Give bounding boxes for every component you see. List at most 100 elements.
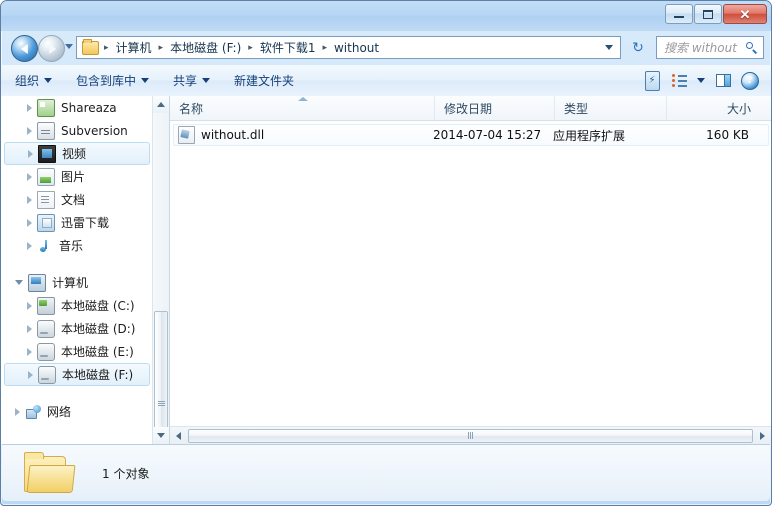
column-header-size[interactable]: 大小 (667, 96, 761, 120)
search-input[interactable]: 搜索 without (664, 39, 737, 56)
breadcrumb-separator: ▸ (158, 42, 164, 53)
horizontal-scrollbar[interactable] (170, 426, 771, 444)
network-icon (25, 404, 41, 420)
help-button[interactable]: ? (738, 70, 762, 92)
chevron-right-icon[interactable] (28, 149, 33, 158)
navigation-tree: Shareaza Subversion 视频 图片 文档迅雷下载音乐计算机本地磁盘 (C… (1, 96, 153, 423)
sidebar-item-1[interactable]: Subversion (1, 119, 153, 142)
view-mode-button[interactable] (667, 70, 691, 92)
back-button[interactable] (11, 35, 38, 62)
sidebar-item-label: Shareaza (61, 100, 117, 115)
sidebar-item-0[interactable]: Shareaza (1, 96, 153, 119)
music-icon (37, 238, 53, 254)
close-button[interactable]: ✕ (723, 4, 767, 24)
preview-pane-button[interactable] (711, 70, 735, 92)
sidebar-item-6[interactable]: 音乐 (1, 234, 153, 257)
sidebar-item-label: 本地磁盘 (D:) (61, 322, 136, 336)
breadcrumb-item-2[interactable]: 软件下载1 (258, 39, 318, 56)
chevron-right-icon[interactable] (27, 172, 32, 181)
chevron-down-icon (141, 78, 150, 83)
toolbar-item-share[interactable]: 共享 (163, 68, 220, 93)
chevron-right-icon[interactable] (27, 324, 32, 333)
horizontal-scrollbar-thumb[interactable] (188, 428, 753, 443)
chevron-up-icon (157, 102, 165, 107)
command-toolbar: 组织 包含到库中 共享 新建文件夹 ⚡ ? (1, 65, 771, 97)
chevron-right-icon[interactable] (28, 370, 33, 379)
search-box[interactable]: 搜索 without (656, 36, 764, 59)
chevron-right-icon[interactable] (27, 126, 32, 135)
refresh-button[interactable]: ↻ (625, 36, 651, 59)
breadcrumb-item-1[interactable]: 本地磁盘 (F:) (168, 39, 243, 56)
status-bar: 1 个对象 (2, 444, 770, 501)
minimize-button[interactable] (665, 4, 693, 24)
column-label: 名称 (179, 101, 204, 116)
history-dropdown-icon[interactable] (65, 44, 73, 49)
sidebar-item-4[interactable]: 文档 (1, 188, 153, 211)
chevron-right-icon (760, 431, 765, 440)
breadcrumb-item-3[interactable]: without (332, 41, 381, 55)
documents-icon (37, 190, 55, 209)
sidebar-item-10[interactable]: 本地磁盘 (E:) (1, 340, 153, 363)
chevron-right-icon[interactable] (27, 241, 32, 250)
chevron-right-icon[interactable] (15, 407, 20, 416)
dll-file-icon (178, 126, 195, 144)
forward-arrow-icon (48, 43, 56, 54)
file-rows: without.dll 2014-07-04 15:27 应用程序扩展 160 KB (170, 124, 771, 146)
drive-icon (38, 365, 56, 384)
sidebar-scrollbar[interactable] (152, 96, 169, 444)
sidebar-item-5[interactable]: 迅雷下载 (1, 211, 153, 234)
sidebar-item-11[interactable]: 本地磁盘 (F:) (4, 363, 150, 386)
drive-c-icon (37, 296, 55, 315)
open-folder-icon (24, 452, 76, 494)
scroll-right-button[interactable] (754, 428, 771, 444)
close-icon: ✕ (739, 6, 751, 22)
chevron-down-icon[interactable] (15, 280, 23, 285)
sidebar-item-label: 本地磁盘 (F:) (62, 368, 134, 382)
toolbar-label: 新建文件夹 (234, 74, 295, 88)
view-mode-dropdown[interactable] (694, 70, 708, 92)
chevron-right-icon[interactable] (27, 301, 32, 310)
toolbar-item-include-in-library[interactable]: 包含到库中 (66, 68, 159, 93)
column-header-type[interactable]: 类型 (555, 96, 667, 120)
content-area: Shareaza Subversion 视频 图片 文档迅雷下载音乐计算机本地磁盘 (C… (1, 96, 771, 444)
address-bar: ▸ 计算机 ▸ 本地磁盘 (F:) ▸ 软件下载1 ▸ without ↻ 搜索… (1, 31, 771, 65)
scroll-left-button[interactable] (170, 428, 187, 444)
table-row[interactable]: without.dll 2014-07-04 15:27 应用程序扩展 160 KB (173, 124, 769, 146)
chevron-right-icon[interactable] (27, 218, 32, 227)
toolbar-right-group: ⚡ ? (640, 70, 771, 92)
chevron-right-icon[interactable] (27, 195, 32, 204)
file-type: 应用程序扩展 (553, 128, 626, 143)
forward-button[interactable] (38, 35, 65, 62)
chevron-right-icon[interactable] (27, 347, 32, 356)
column-label: 类型 (564, 101, 589, 116)
preview-pane-icon (715, 74, 731, 87)
burn-button[interactable]: ⚡ (640, 70, 664, 92)
file-list-pane[interactable]: 名称 修改日期 类型 大小 without.dll 2014-07-04 15:2… (170, 96, 771, 444)
window-controls: ✕ (665, 4, 767, 24)
sidebar-scrollbar-thumb[interactable] (154, 311, 168, 444)
scroll-up-button[interactable] (153, 96, 169, 113)
toolbar-label: 包含到库中 (76, 74, 137, 88)
sidebar-item-label: 计算机 (52, 276, 89, 290)
toolbar-item-new-folder[interactable]: 新建文件夹 (224, 68, 304, 93)
sidebar-item-3[interactable]: 图片 (1, 165, 153, 188)
help-icon: ? (741, 71, 759, 90)
video-icon (38, 144, 56, 163)
breadcrumb-separator: ▸ (322, 42, 327, 53)
sidebar-item-2[interactable]: 视频 (4, 142, 150, 165)
breadcrumb-item-0[interactable]: 计算机 (114, 39, 154, 56)
sidebar-item-7[interactable]: 计算机 (1, 271, 153, 294)
sidebar-item-9[interactable]: 本地磁盘 (D:) (1, 317, 153, 340)
chevron-right-icon[interactable] (27, 103, 32, 112)
sidebar-item-8[interactable]: 本地磁盘 (C:) (1, 294, 153, 317)
sidebar-item-12[interactable]: 网络 (1, 400, 153, 423)
scroll-down-button[interactable] (153, 427, 169, 444)
toolbar-item-organize[interactable]: 组织 (5, 68, 62, 93)
address-dropdown-icon[interactable] (605, 45, 613, 50)
address-input[interactable]: ▸ 计算机 ▸ 本地磁盘 (F:) ▸ 软件下载1 ▸ without (76, 36, 621, 59)
column-header-date[interactable]: 修改日期 (435, 96, 555, 120)
sidebar-item-label: 迅雷下载 (61, 216, 110, 230)
maximize-button[interactable] (694, 4, 722, 24)
back-arrow-icon (20, 43, 28, 54)
